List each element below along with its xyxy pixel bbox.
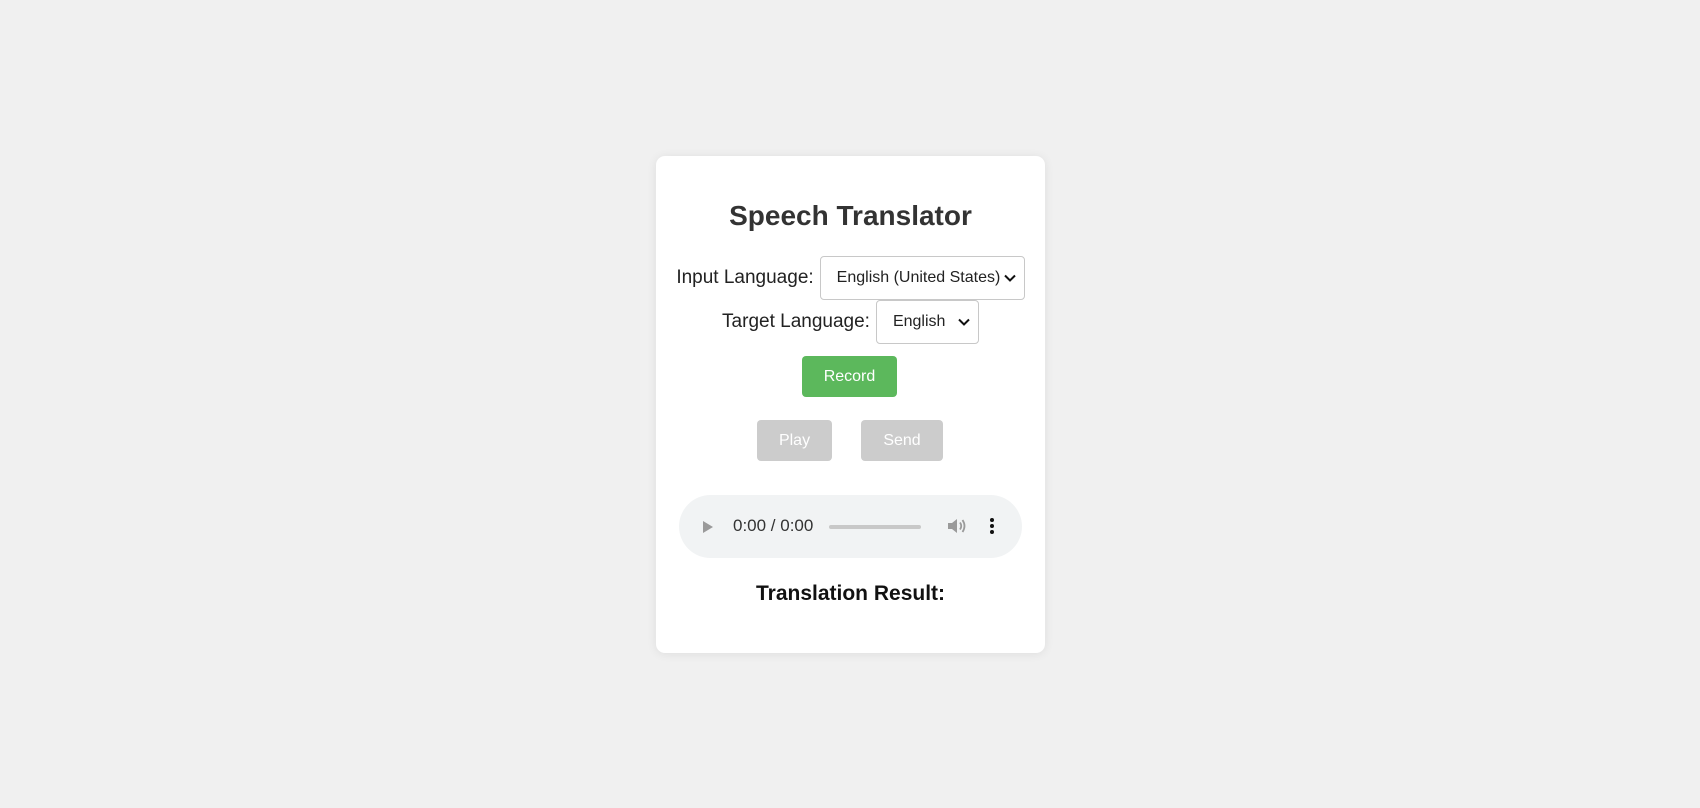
record-button[interactable]: Record — [802, 356, 897, 397]
input-language-value: English (United States) — [836, 269, 1001, 286]
audio-player: 0:00 / 0:00 — [679, 495, 1022, 558]
send-button[interactable]: Send — [861, 420, 943, 461]
volume-icon[interactable] — [947, 516, 967, 536]
page-title: Speech Translator — [729, 200, 972, 231]
input-language-row: Input Language: English (United States) — [656, 256, 1045, 300]
chevron-down-icon — [1003, 272, 1016, 284]
translation-result-heading: Translation Result: — [755, 582, 946, 605]
audio-progress-slider[interactable] — [829, 525, 921, 529]
audio-time: 0:00 / 0:00 — [733, 516, 814, 535]
play-button[interactable]: Play — [757, 420, 832, 461]
target-language-row: Target Language: English — [656, 300, 1045, 344]
input-language-label: Input Language: — [676, 267, 814, 288]
input-language-select[interactable]: English (United States) — [819, 256, 1025, 300]
target-language-select[interactable]: English — [875, 300, 979, 344]
translator-card: Speech Translator Input Language: Englis… — [656, 156, 1045, 653]
more-options-icon[interactable] — [986, 516, 998, 536]
target-language-label: Target Language: — [722, 311, 870, 332]
chevron-down-icon — [958, 316, 970, 328]
play-icon[interactable] — [701, 519, 715, 535]
target-language-value: English — [892, 313, 946, 330]
